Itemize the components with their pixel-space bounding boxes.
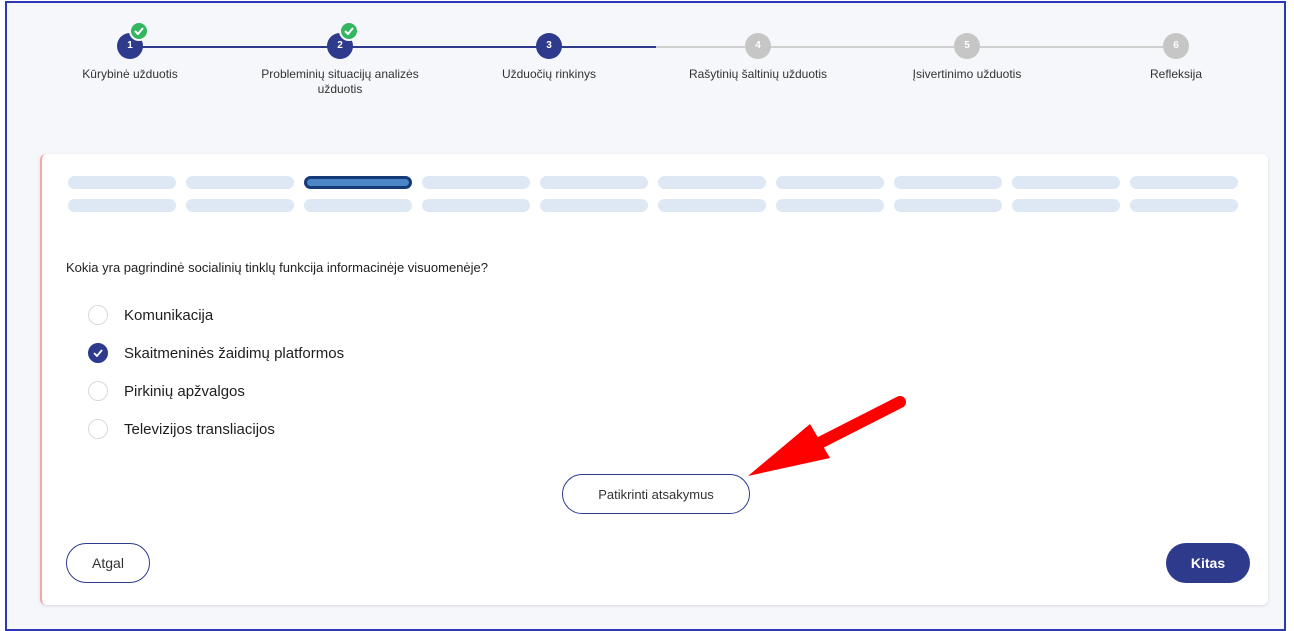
progress-segment[interactable] xyxy=(658,199,766,212)
step-3[interactable]: 3 Užduočių rinkinys xyxy=(449,33,649,82)
progress-segment[interactable] xyxy=(658,176,766,189)
quiz-card: Kokia yra pagrindinė socialinių tinklų f… xyxy=(40,154,1268,605)
option-televizijos[interactable]: Televizijos transliacijos xyxy=(88,410,344,448)
check-answers-button[interactable]: Patikrinti atsakymus xyxy=(562,474,750,514)
progress-row xyxy=(68,199,1238,212)
progress-segment[interactable] xyxy=(894,176,1002,189)
step-label: Kūrybinė užduotis xyxy=(82,67,178,81)
progress-segment[interactable] xyxy=(1012,199,1120,212)
step-label: Rašytinių šaltinių užduotis xyxy=(688,67,828,81)
progress-segment[interactable] xyxy=(68,199,176,212)
check-icon xyxy=(339,21,359,41)
option-label: Televizijos transliacijos xyxy=(124,420,275,438)
step-1[interactable]: 1 Kūrybinė užduotis xyxy=(30,21,230,82)
progress-segment[interactable] xyxy=(186,199,294,212)
option-label: Skaitmeninės žaidimų platformos xyxy=(124,344,345,362)
option-label: Komunikacija xyxy=(124,306,214,324)
step-4[interactable]: 4 Rašytinių šaltinių užduotis xyxy=(658,33,858,82)
check-icon xyxy=(93,349,103,357)
step-2[interactable]: 2 Probleminių situacijų analizės užduoti… xyxy=(240,21,440,97)
progress-segment[interactable] xyxy=(304,199,412,212)
option-komunikacija[interactable]: Komunikacija xyxy=(88,296,344,334)
progress-segment[interactable] xyxy=(422,199,530,212)
progress-segment[interactable] xyxy=(894,199,1002,212)
answer-options: Komunikacija Skaitmeninės žaidimų platfo… xyxy=(88,296,344,448)
progress-segment[interactable] xyxy=(540,176,648,189)
step-number-circle: 6 xyxy=(1163,33,1189,59)
next-button[interactable]: Kitas xyxy=(1166,543,1250,583)
option-pirkiniu-apzvalgos[interactable]: Pirkinių apžvalgos xyxy=(88,372,344,410)
progress-row xyxy=(68,176,1238,189)
check-icon xyxy=(129,21,149,41)
radio-button-checked[interactable] xyxy=(88,343,108,363)
step-label: Probleminių situacijų analizės užduotis xyxy=(261,67,419,96)
step-label: Įsivertinimo užduotis xyxy=(912,67,1022,81)
progress-segment[interactable] xyxy=(186,176,294,189)
step-number-circle: 4 xyxy=(745,33,771,59)
step-number-circle: 2 xyxy=(327,21,359,59)
progress-segment[interactable] xyxy=(1130,176,1238,189)
stepper: 1 Kūrybinė užduotis 2 Probleminių situac… xyxy=(0,0,1294,140)
progress-segment[interactable] xyxy=(776,176,884,189)
step-number-circle: 5 xyxy=(954,33,980,59)
step-number-circle: 3 xyxy=(536,33,562,59)
question-text: Kokia yra pagrindinė socialinių tinklų f… xyxy=(66,260,489,275)
progress-segment[interactable] xyxy=(422,176,530,189)
option-label: Pirkinių apžvalgos xyxy=(124,382,245,400)
radio-button[interactable] xyxy=(88,419,108,439)
progress-segment[interactable] xyxy=(1012,176,1120,189)
step-5[interactable]: 5 Įsivertinimo užduotis xyxy=(867,33,1067,82)
question-progress xyxy=(68,176,1238,222)
step-6[interactable]: 6 Refleksija xyxy=(1076,33,1276,82)
option-zaidimu-platformos[interactable]: Skaitmeninės žaidimų platformos xyxy=(88,334,344,372)
step-label: Refleksija xyxy=(1149,67,1203,81)
progress-segment[interactable] xyxy=(1130,199,1238,212)
progress-segment-current[interactable] xyxy=(304,176,412,189)
progress-segment[interactable] xyxy=(540,199,648,212)
progress-segment[interactable] xyxy=(68,176,176,189)
radio-button[interactable] xyxy=(88,305,108,325)
progress-segment[interactable] xyxy=(776,199,884,212)
step-number-circle: 1 xyxy=(117,21,149,59)
radio-button[interactable] xyxy=(88,381,108,401)
back-button[interactable]: Atgal xyxy=(66,543,150,583)
step-label: Užduočių rinkinys xyxy=(501,67,597,81)
